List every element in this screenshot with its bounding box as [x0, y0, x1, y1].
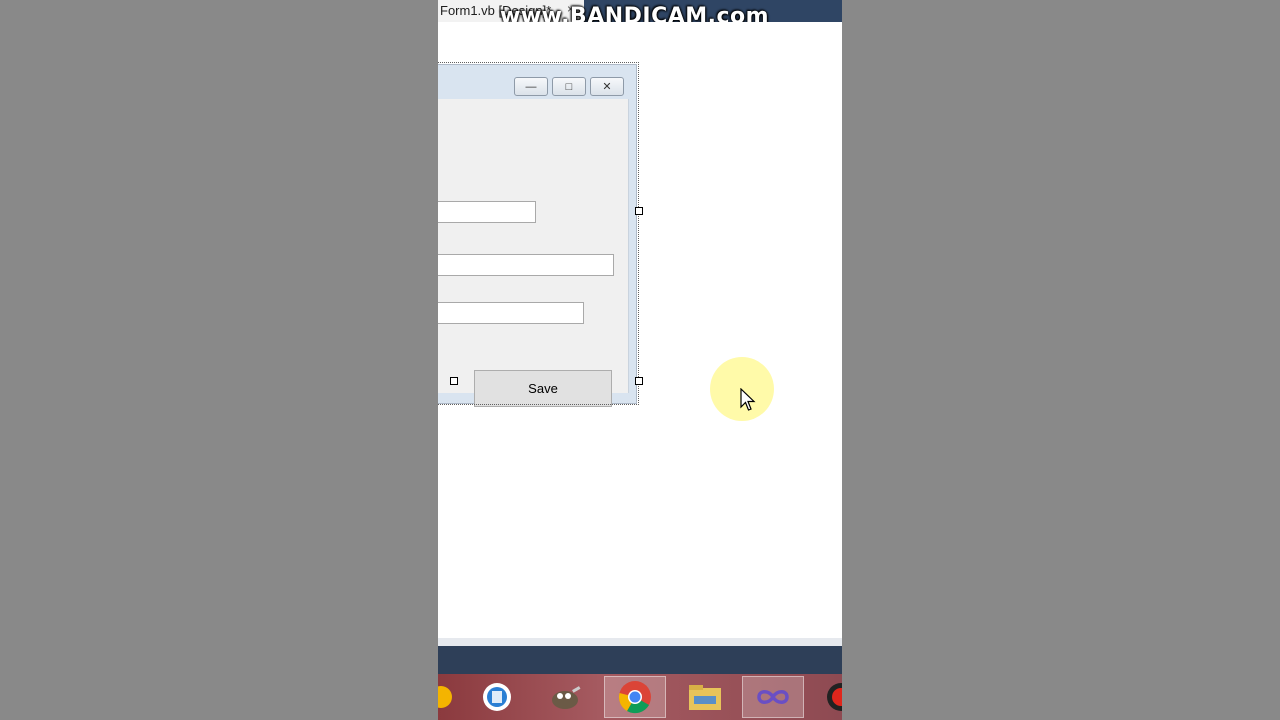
- record-icon: [827, 683, 842, 711]
- chrome-icon: [618, 681, 651, 714]
- mouse-cursor-icon: [740, 388, 756, 411]
- taskbar-item-file-explorer[interactable]: [674, 676, 736, 718]
- screen-capture: Form1.vb [Design]* × www.BANDICAM.com — …: [438, 0, 842, 720]
- textbox-3[interactable]: [438, 302, 584, 324]
- textbox-1[interactable]: [438, 201, 536, 223]
- taskbar: [438, 674, 842, 720]
- form-client-area[interactable]: Save: [438, 99, 629, 407]
- taskbar-item-ai[interactable]: [466, 676, 528, 718]
- maximize-button[interactable]: □: [552, 77, 586, 96]
- minimize-icon: —: [525, 80, 537, 93]
- save-button[interactable]: Save: [474, 370, 612, 407]
- taskbar-item-recorder[interactable]: [810, 676, 842, 718]
- designer-bottom-edge: [438, 638, 842, 646]
- resize-handle-corner[interactable]: [635, 377, 643, 385]
- taskbar-item-gimp[interactable]: [534, 676, 596, 718]
- form-window[interactable]: — □ ✕ Save: [438, 64, 637, 407]
- taskbar-item-visual-studio[interactable]: [742, 676, 804, 718]
- maximize-icon: □: [565, 80, 573, 93]
- left-blur-panel: [0, 0, 438, 720]
- status-bar: [438, 646, 842, 674]
- gimp-icon: [552, 686, 581, 709]
- file-explorer-icon: [689, 685, 721, 710]
- resize-handle-right[interactable]: [635, 207, 643, 215]
- save-button-label: Save: [528, 381, 558, 396]
- close-icon: ✕: [602, 81, 612, 93]
- resize-handle-bottom[interactable]: [450, 377, 458, 385]
- design-surface[interactable]: — □ ✕ Save: [438, 22, 842, 638]
- chrome-app-icon: [438, 686, 452, 708]
- ai-app-icon: [483, 683, 511, 711]
- close-button[interactable]: ✕: [590, 77, 624, 96]
- minimize-button[interactable]: —: [514, 77, 548, 96]
- visual-studio-icon: [757, 690, 789, 704]
- right-blur-panel: [842, 0, 1280, 720]
- taskbar-item-chrome[interactable]: [604, 676, 666, 718]
- textbox-2[interactable]: [438, 254, 614, 276]
